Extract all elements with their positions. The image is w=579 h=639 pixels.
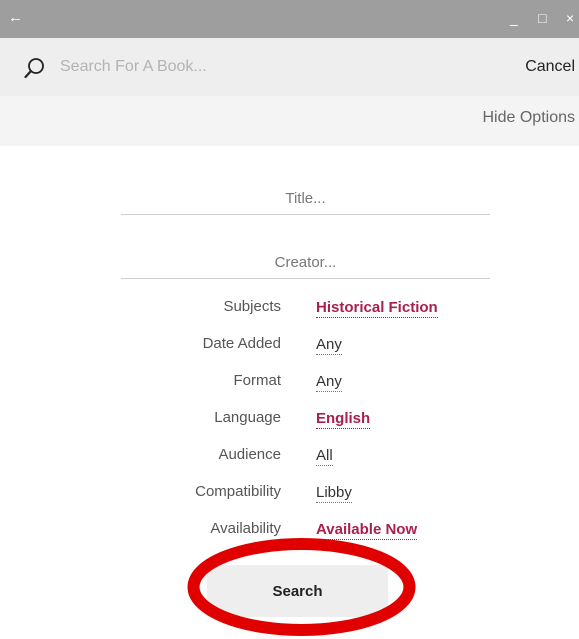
- option-label: Date Added: [202, 335, 281, 352]
- option-label: Subjects: [223, 298, 281, 315]
- option-row-language: Language English: [0, 409, 579, 431]
- option-label: Compatibility: [195, 483, 281, 500]
- search-input[interactable]: [60, 53, 440, 81]
- option-value-availability[interactable]: Available Now: [316, 520, 418, 540]
- option-label: Audience: [218, 446, 281, 463]
- option-row-availability: Availability Available Now: [0, 520, 579, 542]
- option-value-format[interactable]: Any: [316, 372, 342, 392]
- options-toggle-bar: Hide Options: [0, 96, 579, 146]
- hide-options-button[interactable]: Hide Options: [483, 109, 576, 127]
- cancel-button[interactable]: Cancel: [525, 58, 575, 76]
- close-button[interactable]: ×: [566, 9, 574, 27]
- option-value-language[interactable]: English: [316, 409, 371, 429]
- option-row-compatibility: Compatibility Libby: [0, 483, 579, 505]
- option-label: Language: [214, 409, 281, 426]
- option-row-format: Format Any: [0, 372, 579, 394]
- option-label: Format: [233, 372, 281, 389]
- title-field: [121, 182, 490, 215]
- back-arrow-icon[interactable]: ←: [8, 9, 23, 27]
- creator-input[interactable]: [121, 246, 490, 278]
- option-row-audience: Audience All: [0, 446, 579, 468]
- option-value-compatibility[interactable]: Libby: [316, 483, 352, 503]
- creator-field: [121, 246, 490, 279]
- option-value-date-added[interactable]: Any: [316, 335, 342, 355]
- maximize-button[interactable]: □: [538, 9, 546, 27]
- option-value-subjects[interactable]: Historical Fiction: [316, 298, 438, 318]
- title-input[interactable]: [121, 182, 490, 214]
- search-bar: Cancel: [0, 38, 579, 96]
- magnifier-icon: [24, 58, 44, 79]
- option-value-audience[interactable]: All: [316, 446, 333, 466]
- window-titlebar: ← _ □ ×: [0, 0, 579, 38]
- minimize-button[interactable]: _: [510, 9, 518, 27]
- search-button[interactable]: Search: [207, 565, 388, 617]
- option-row-subjects: Subjects Historical Fiction: [0, 298, 579, 320]
- option-row-date-added: Date Added Any: [0, 335, 579, 357]
- option-label: Availability: [210, 520, 281, 537]
